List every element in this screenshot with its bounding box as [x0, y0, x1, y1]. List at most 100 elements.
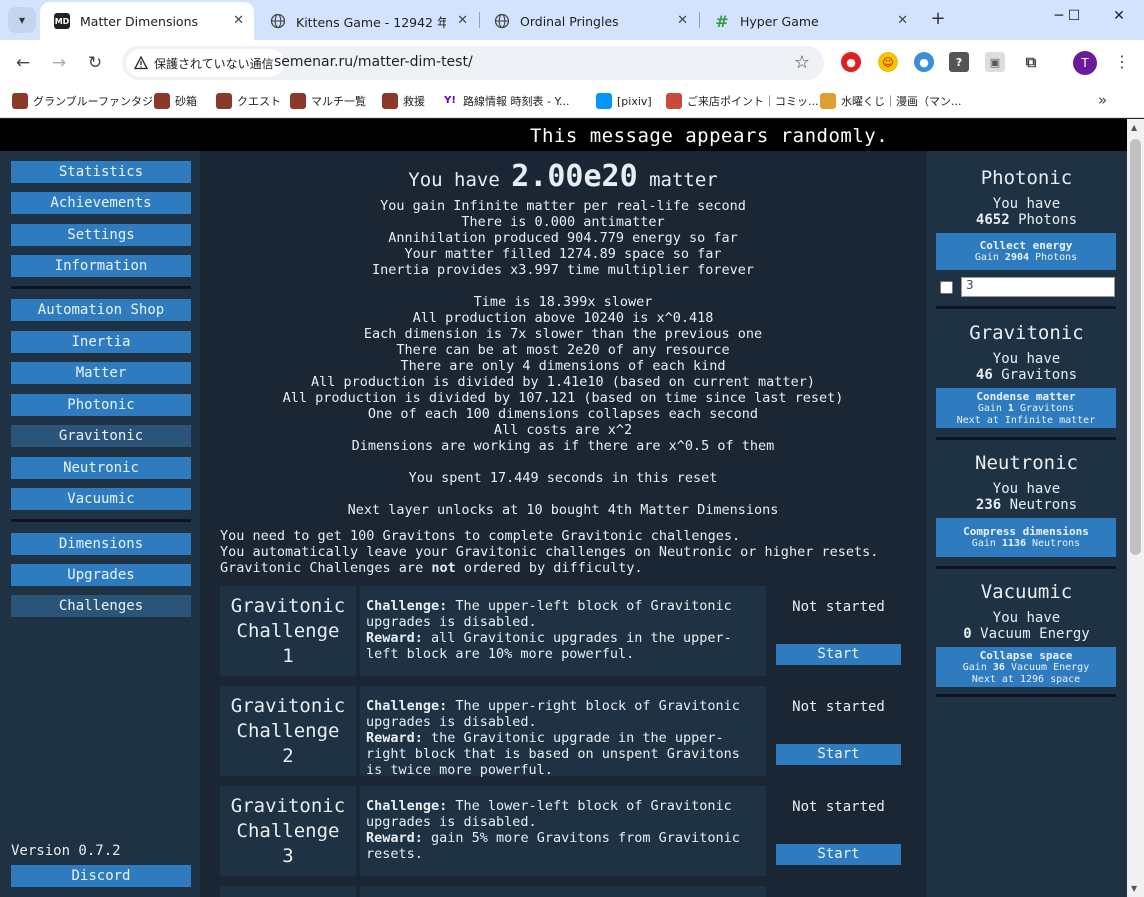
condense-matter-button[interactable]: Condense matter Gain 1 Gravitons Next at… [936, 388, 1116, 428]
maximize-icon: ☐ [1067, 8, 1081, 24]
sidebar-item-matter[interactable]: Matter [11, 362, 191, 384]
bookmark-item[interactable]: グランブルーファンタジー [12, 93, 164, 109]
close-icon[interactable]: ✕ [897, 13, 908, 28]
sidebar-item-dimensions[interactable]: Dimensions [11, 533, 191, 555]
reward-label: Reward: [366, 630, 423, 646]
photonic-title: Photonic [980, 167, 1073, 189]
intro-text: Gravitonic Challenges are [220, 560, 432, 576]
button-label: Collect energy [979, 239, 1073, 252]
adblock-extension-icon[interactable]: ● [841, 52, 861, 72]
intro-text: ordered by difficulty. [455, 560, 643, 576]
scroll-up-icon[interactable]: ▲ [1131, 123, 1137, 132]
stat-line: You gain Infinite matter per real-life s… [380, 198, 746, 214]
challenge-start-button[interactable]: Start [776, 644, 901, 665]
tab-matter-dimensions[interactable]: MD Matter Dimensions ✕ [40, 2, 254, 40]
reward-label: Reward: [366, 730, 423, 746]
forward-button[interactable]: → [48, 52, 70, 74]
extension-face-icon[interactable]: ☺ [878, 52, 898, 72]
graviton-count: 46 [975, 367, 993, 383]
challenge-start-button[interactable]: Start [776, 844, 901, 865]
tab-hyper-game[interactable]: # Hyper Game ✕ [700, 2, 918, 40]
modifier-line: There are only 4 dimensions of each kind [400, 358, 726, 374]
collapse-space-button[interactable]: Collapse space Gain 36 Vacuum Energy Nex… [936, 647, 1116, 687]
main-content: You have 2.00e20 matter You gain Infinit… [200, 151, 926, 897]
close-icon[interactable]: ✕ [233, 13, 244, 28]
bookmark-item[interactable]: Y! 路線情報 時刻表 - Y... [442, 93, 569, 109]
auto-collect-checkbox[interactable] [940, 281, 953, 294]
neutronic-have-label: You have [992, 481, 1061, 497]
challenge-title: Gravitonic Challenge 2 [220, 686, 356, 776]
bookmark-label: ご来店ポイント｜コミッ... [687, 95, 819, 108]
bookmark-item[interactable]: ご来店ポイント｜コミッ... [666, 93, 819, 109]
bookmark-item[interactable]: [pixiv] [596, 93, 652, 109]
screenshot-extension-icon[interactable]: ▣ [985, 52, 1005, 72]
close-icon[interactable]: ✕ [457, 13, 468, 28]
close-window-button[interactable]: ✕ [1104, 8, 1134, 24]
sidebar-item-inertia[interactable]: Inertia [11, 331, 191, 353]
scrollbar-thumb[interactable] [1130, 139, 1141, 555]
challenge-number: 3 [282, 845, 294, 867]
sidebar-item-information[interactable]: Information [11, 255, 191, 277]
menu-kebab-icon[interactable]: ⋮ [1114, 52, 1130, 71]
tab-search-button[interactable]: ▾ [8, 7, 36, 33]
discord-button[interactable]: Discord [11, 865, 191, 887]
sidebar-item-neutronic[interactable]: Neutronic [11, 457, 191, 479]
collect-energy-button[interactable]: Collect energy Gain 2904 Photons [936, 233, 1116, 270]
page-scrollbar[interactable]: ▲ ▼ [1127, 119, 1144, 897]
time-spent: You spent 17.449 seconds in this reset [408, 470, 718, 486]
bookmarks-more-button[interactable]: » [1098, 91, 1107, 109]
security-chip[interactable]: 保護されていない通信 [126, 49, 284, 77]
extension-circle-icon[interactable]: ● [914, 52, 934, 72]
yahoo-favicon-icon: Y! [442, 93, 458, 109]
bookmark-item[interactable]: マルチ一覧 [290, 93, 366, 109]
bookmarks-bar: グランブルーファンタジー 砂箱 クエスト マルチ一覧 救援 Y! 路線情報 時刻表… [0, 86, 1144, 118]
sidebar-item-gravitonic[interactable]: Gravitonic [11, 425, 191, 447]
close-icon[interactable]: ✕ [677, 13, 688, 28]
challenge-title-line: Challenge [236, 820, 340, 842]
modifier-line: All production is divided by 1.41e10 (ba… [311, 374, 815, 390]
sidebar-item-photonic[interactable]: Photonic [11, 394, 191, 416]
challenge-title: Gravitonic Challenge 1 [220, 586, 356, 676]
url-text[interactable]: semenar.ru/matter-dim-test/ [274, 54, 473, 70]
help-extension-icon[interactable]: ? [949, 52, 969, 72]
challenge-intro: Gravitonic Challenges are not ordered by… [220, 560, 643, 576]
bookmark-item[interactable]: 水曜くじ｜漫画（マン... [820, 93, 962, 109]
chevron-down-icon: ▾ [18, 13, 26, 27]
panel-divider [936, 437, 1116, 440]
matter-suffix: matter [649, 169, 718, 191]
new-tab-button[interactable]: + [926, 8, 950, 32]
bookmark-label: 砂箱 [175, 95, 197, 108]
gain-info: Gain 1 Gravitons [936, 403, 1116, 415]
gain-value: 36 [992, 662, 1005, 673]
photon-threshold-input[interactable]: 3 [961, 277, 1115, 297]
gain-prefix: Gain [974, 252, 1005, 263]
next-at-info: Next at Infinite matter [956, 415, 1096, 426]
profile-avatar[interactable]: T [1073, 51, 1097, 75]
sidebar-item-achievements[interactable]: Achievements [11, 192, 191, 214]
security-label: 保護されていない通信 [154, 56, 274, 71]
bookmark-item[interactable]: 救援 [382, 93, 425, 109]
address-bar[interactable]: 保護されていない通信 semenar.ru/matter-dim-test/ ☆ [122, 46, 824, 80]
sidebar-item-automation-shop[interactable]: Automation Shop [11, 299, 191, 321]
sidebar-item-statistics[interactable]: Statistics [11, 161, 191, 183]
bookmark-item[interactable]: 砂箱 [154, 93, 197, 109]
sidebar-item-upgrades[interactable]: Upgrades [11, 564, 191, 586]
arrow-right-icon: → [51, 53, 67, 73]
extensions-puzzle-icon[interactable]: ⧉ [1021, 52, 1041, 72]
sidebar-item-settings[interactable]: Settings [11, 224, 191, 246]
challenge-start-button[interactable]: Start [776, 744, 901, 765]
bookmark-item[interactable]: クエスト [216, 93, 281, 109]
compress-dimensions-button[interactable]: Compress dimensions Gain 1136 Neutrons [936, 518, 1116, 557]
bookmark-label: 救援 [403, 95, 425, 108]
challenge-title-line: Challenge [236, 620, 340, 642]
sidebar-item-vacuumic[interactable]: Vacuumic [11, 488, 191, 510]
bookmark-star-icon[interactable]: ☆ [794, 52, 810, 73]
maximize-button[interactable]: ☐ [1059, 8, 1089, 24]
scroll-down-icon[interactable]: ▼ [1131, 884, 1137, 893]
button-label: Collapse space [979, 649, 1073, 662]
tab-kittens-game[interactable]: Kittens Game - 12942 年目 - ✕ [256, 2, 478, 40]
back-button[interactable]: ← [12, 52, 34, 74]
sidebar-item-challenges[interactable]: Challenges [11, 595, 191, 617]
tab-ordinal-pringles[interactable]: Ordinal Pringles ✕ [480, 2, 698, 40]
reload-button[interactable]: ↻ [84, 52, 106, 74]
